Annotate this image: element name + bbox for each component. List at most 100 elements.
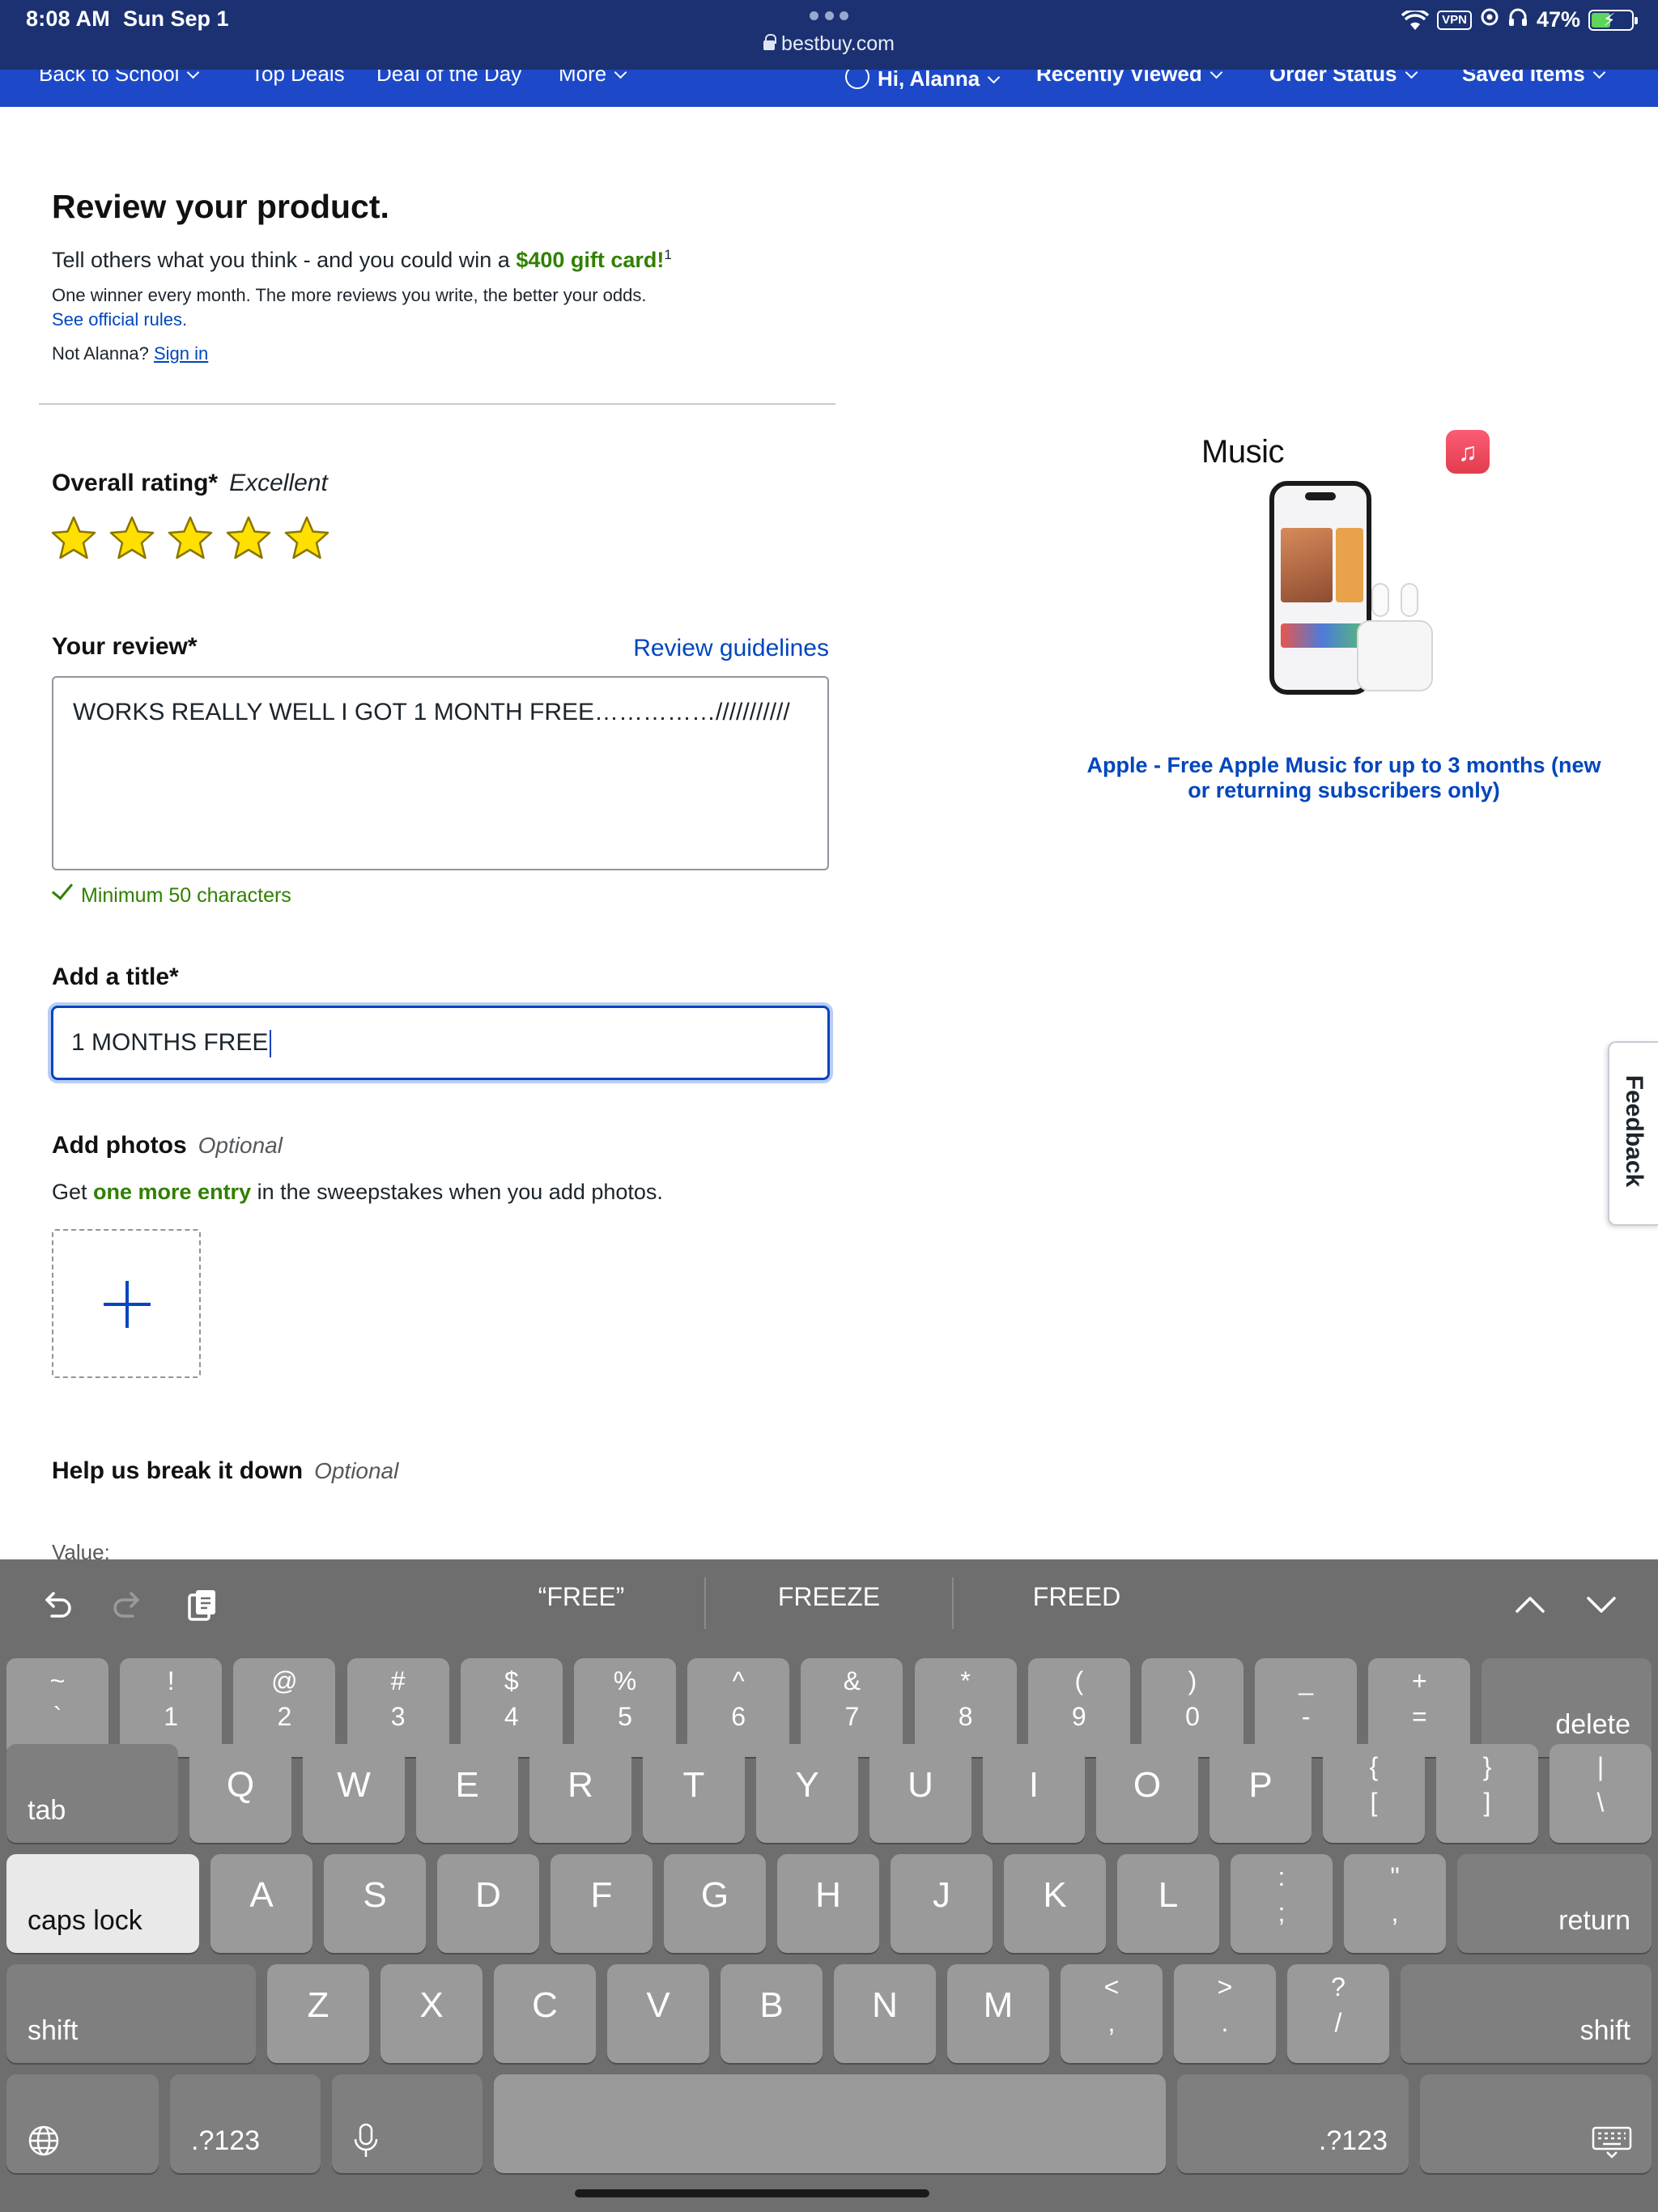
redo-icon[interactable] <box>108 1585 147 1624</box>
key-d[interactable]: D <box>437 1854 539 1953</box>
star-icon-2[interactable] <box>108 515 155 562</box>
key-shift-right[interactable]: shift <box>1401 1964 1652 2063</box>
suggestion-1[interactable]: “FREE” <box>460 1582 703 1612</box>
chevron-up-icon[interactable] <box>1511 1585 1550 1624</box>
key-5[interactable]: % 5 <box>574 1658 676 1757</box>
official-rules-link[interactable]: See official rules. <box>52 309 187 330</box>
nav-account[interactable]: Hi, Alanna <box>845 70 1001 91</box>
key-3[interactable]: #3 <box>346 1658 449 1757</box>
nav-recently-viewed[interactable]: Recently Viewed <box>1036 70 1223 87</box>
key-space[interactable] <box>494 2074 1166 2173</box>
key-symbol-a-1[interactable]: :; <box>1231 1854 1333 1953</box>
keyboard-dismiss-icon <box>1592 2126 1632 2159</box>
sign-in-line: Not Alanna? Sign in <box>52 343 209 364</box>
nav-deal-of-the-day[interactable]: Deal of the Day <box>376 70 521 87</box>
key-symbol-z-2[interactable]: >. <box>1174 1964 1276 2063</box>
key-h[interactable]: H <box>777 1854 879 1953</box>
key-8[interactable]: * 8 <box>914 1658 1017 1757</box>
feedback-tab[interactable]: Feedback <box>1608 1041 1658 1226</box>
key-p[interactable]: P <box>1209 1744 1312 1843</box>
key-numbers-right[interactable]: .?123 <box>1177 2074 1409 2173</box>
key-g[interactable]: G <box>664 1854 766 1953</box>
undo-icon[interactable] <box>37 1585 76 1624</box>
key-n[interactable]: N <box>834 1964 936 2063</box>
key-o[interactable]: O <box>1096 1744 1198 1843</box>
key-1[interactable]: ! 1 <box>120 1658 223 1757</box>
key-symbol-2[interactable]: }] <box>1436 1744 1538 1843</box>
nav-order-status[interactable]: Order Status <box>1269 70 1418 87</box>
browser-more-dots-icon[interactable] <box>810 11 848 21</box>
sign-in-link[interactable]: Sign in <box>154 343 208 364</box>
key-b[interactable]: B <box>721 1964 823 2063</box>
promo-title-link[interactable]: Apple - Free Apple Music for up to 3 mon… <box>1085 753 1603 803</box>
home-indicator[interactable] <box>575 2189 929 2197</box>
review-textarea[interactable]: WORKS REALLY WELL I GOT 1 MONTH FREE…………… <box>52 676 829 870</box>
key-u[interactable]: U <box>869 1744 971 1843</box>
key-w[interactable]: W <box>303 1744 405 1843</box>
key-shift-left[interactable]: shift <box>6 1964 256 2063</box>
title-input[interactable]: 1 MONTHS FREE <box>51 1006 830 1080</box>
key-delete[interactable]: delete <box>1482 1658 1652 1757</box>
key-globe[interactable] <box>6 2074 159 2173</box>
chevron-down-icon <box>1405 70 1418 79</box>
key--[interactable]: _ - <box>1255 1658 1358 1757</box>
key-j[interactable]: J <box>891 1854 993 1953</box>
key-=[interactable]: + = <box>1368 1658 1471 1757</box>
key-return[interactable]: return <box>1457 1854 1652 1953</box>
key-i[interactable]: I <box>983 1744 1085 1843</box>
key-c[interactable]: C <box>494 1964 596 2063</box>
key-symbol-3[interactable]: | \ <box>1550 1744 1652 1843</box>
star-icon-5[interactable] <box>283 515 330 562</box>
paste-icon[interactable] <box>183 1585 222 1624</box>
key-9[interactable]: (9 <box>1027 1658 1130 1757</box>
globe-icon <box>28 2125 59 2156</box>
key-7[interactable]: & 7 <box>801 1658 903 1757</box>
key-`[interactable]: ~ ` <box>6 1658 108 1757</box>
address-bar[interactable]: bestbuy.com <box>0 32 1658 56</box>
key-hide-keyboard[interactable] <box>1420 2074 1652 2173</box>
star-icon-3[interactable] <box>167 515 214 562</box>
chevron-down-icon[interactable] <box>1582 1585 1621 1624</box>
star-rating[interactable] <box>50 515 330 562</box>
key-q[interactable]: Q <box>189 1744 291 1843</box>
add-photo-button[interactable] <box>52 1229 201 1378</box>
suggestion-2[interactable]: FREEZE <box>708 1582 950 1612</box>
key-symbol-z-3[interactable]: ? / <box>1287 1964 1389 2063</box>
key-y[interactable]: Y <box>756 1744 858 1843</box>
nav-saved-items[interactable]: Saved Items <box>1462 70 1606 87</box>
key-a[interactable]: A <box>210 1854 312 1953</box>
key-2[interactable]: @2 <box>233 1658 336 1757</box>
key-0[interactable]: ) 0 <box>1141 1658 1244 1757</box>
key-x[interactable]: X <box>380 1964 483 2063</box>
key-4[interactable]: $4 <box>460 1658 563 1757</box>
sweepstakes-intro: Tell others what you think - and you cou… <box>52 247 672 272</box>
add-photos-label: Add photos Optional <box>52 1132 283 1159</box>
nav-top-deals[interactable]: Top Deals <box>251 70 345 87</box>
nav-more[interactable]: More <box>559 70 627 87</box>
vpn-badge: VPN <box>1437 10 1472 30</box>
key-t[interactable]: T <box>643 1744 745 1843</box>
key-symbol-z-1[interactable]: <, <box>1061 1964 1163 2063</box>
key-s[interactable]: S <box>324 1854 426 1953</box>
key-z[interactable]: Z <box>267 1964 369 2063</box>
key-tab[interactable]: tab <box>6 1744 178 1843</box>
key-numbers-left[interactable]: .?123 <box>170 2074 321 2173</box>
star-icon-1[interactable] <box>50 515 97 562</box>
key-symbol-a-2[interactable]: ", <box>1344 1854 1446 1953</box>
star-icon-4[interactable] <box>225 515 272 562</box>
apple-music-logo: Music <box>1201 434 1284 470</box>
key-f[interactable]: F <box>551 1854 653 1953</box>
suggestion-3[interactable]: FREED <box>955 1582 1198 1612</box>
key-m[interactable]: M <box>947 1964 1049 2063</box>
key-e[interactable]: E <box>416 1744 518 1843</box>
key-r[interactable]: R <box>529 1744 631 1843</box>
key-v[interactable]: V <box>607 1964 709 2063</box>
key-dictation[interactable] <box>332 2074 483 2173</box>
key-caps-lock[interactable]: caps lock <box>6 1854 199 1953</box>
review-guidelines-link[interactable]: Review guidelines <box>633 635 829 662</box>
key-k[interactable]: K <box>1004 1854 1106 1953</box>
nav-back-to-school[interactable]: Back to School <box>39 70 200 87</box>
key-symbol-1[interactable]: {[ <box>1323 1744 1425 1843</box>
key-l[interactable]: L <box>1117 1854 1219 1953</box>
key-6[interactable]: ^ 6 <box>687 1658 790 1757</box>
